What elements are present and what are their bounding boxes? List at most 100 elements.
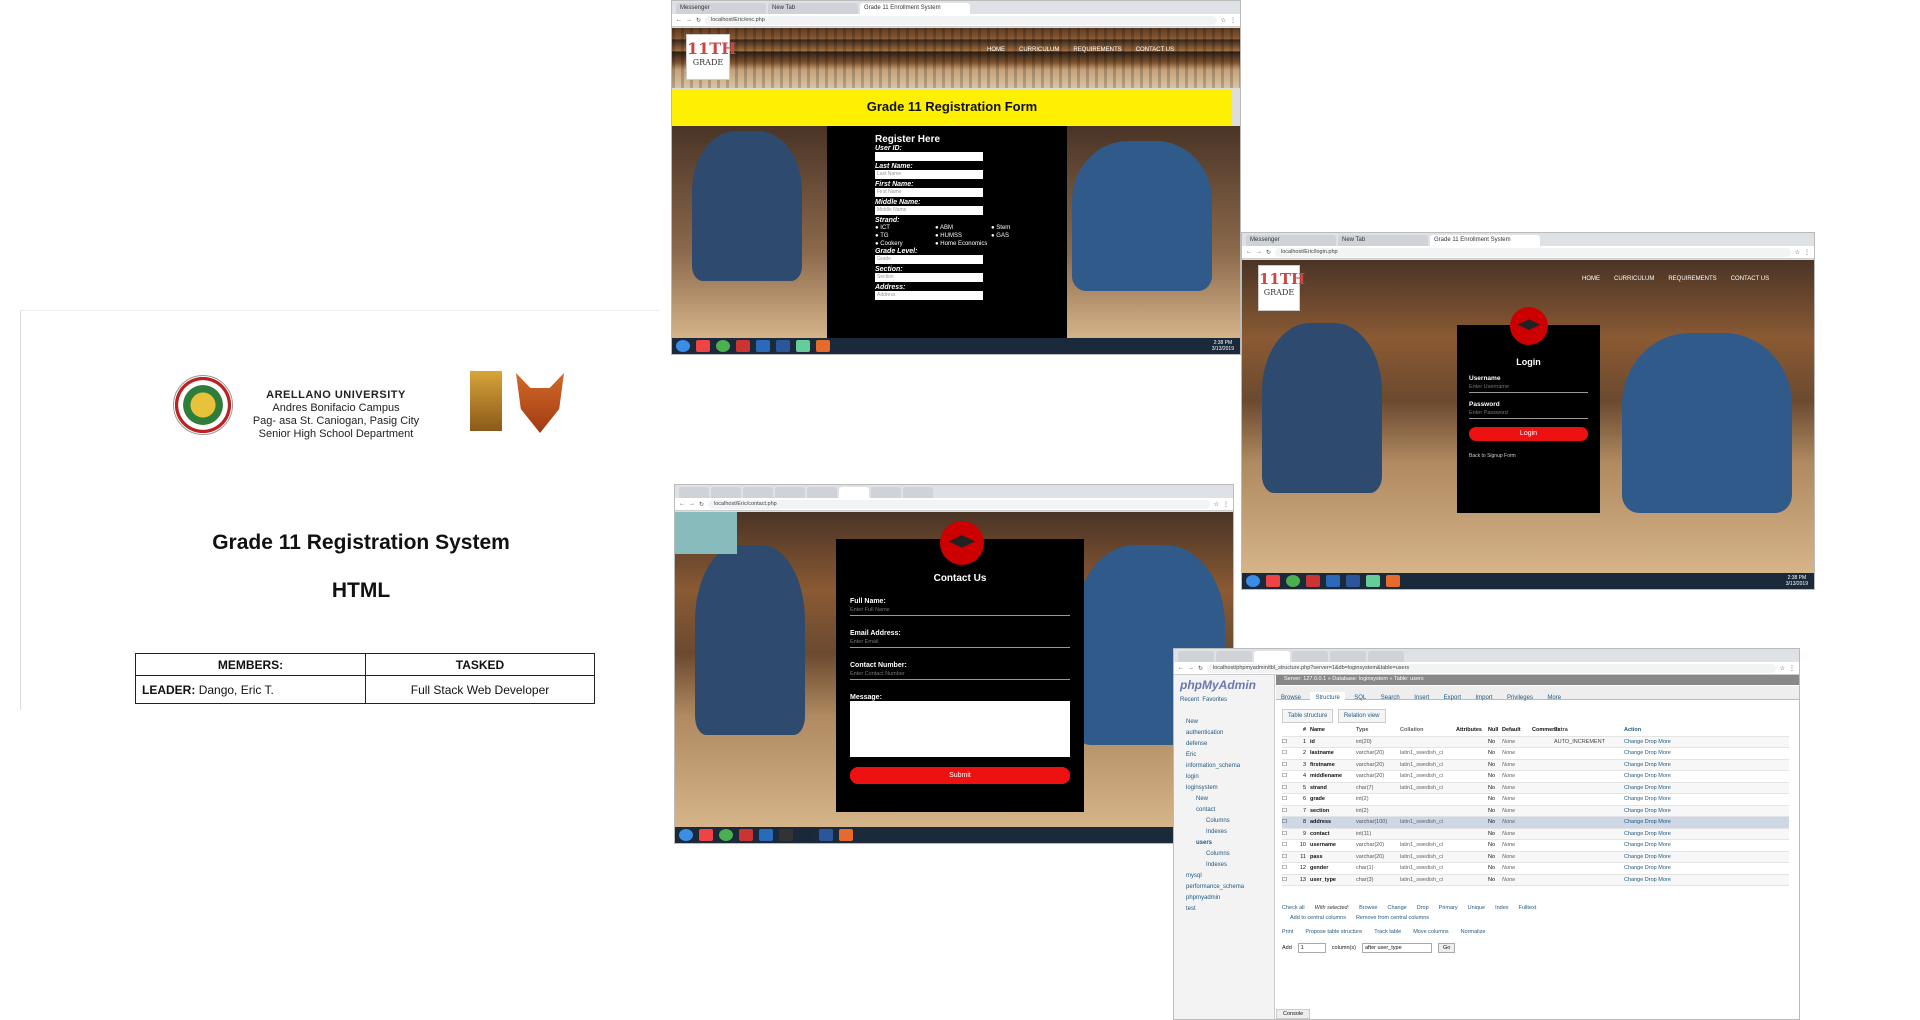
subtab-table-structure[interactable]: Table structure — [1282, 709, 1334, 723]
table-row[interactable]: ☐ 6 grade int(2) No None Change Drop More — [1282, 794, 1789, 806]
nav-requirements[interactable]: REQUIREMENTS — [1073, 47, 1121, 53]
tree-item[interactable]: users — [1174, 838, 1274, 849]
url-field[interactable]: localhost/Eric/contact.php — [708, 499, 1210, 509]
tab-browse[interactable]: Browse — [1276, 692, 1306, 704]
tab-insert[interactable]: Insert — [1409, 692, 1434, 704]
row-actions[interactable]: Change Drop More — [1624, 877, 1789, 883]
chrome-icon[interactable] — [719, 829, 733, 841]
browser-tab-active[interactable] — [839, 487, 869, 498]
word-icon[interactable] — [819, 829, 833, 841]
row-actions[interactable]: Change Drop More — [1624, 854, 1789, 860]
grade11-logo[interactable]: 11TH GRADE — [1258, 265, 1305, 311]
tab-sql[interactable]: SQL — [1349, 692, 1371, 704]
grade11-logo[interactable]: 11TH GRADE — [686, 34, 736, 80]
add-count-input[interactable]: 1 — [1297, 943, 1326, 953]
row-actions[interactable]: Change Drop More — [1624, 808, 1789, 814]
row-checkbox[interactable]: ☐ — [1282, 762, 1296, 768]
app-icon[interactable] — [739, 829, 753, 841]
table-row[interactable]: ☐ 1 id int(20) No None AUTO_INCREMENT Change Dr… — [1282, 736, 1789, 748]
browser-tab[interactable] — [1368, 651, 1404, 662]
reload-icon[interactable]: ↻ — [696, 17, 701, 24]
star-icon[interactable]: ☆ — [1795, 249, 1800, 256]
row-actions[interactable]: Change Drop More — [1624, 865, 1789, 871]
browser-tab[interactable] — [871, 487, 901, 498]
app-icon[interactable] — [696, 340, 710, 352]
tree-item[interactable]: information_schema — [1174, 761, 1274, 772]
nav-contact[interactable]: CONTACT US — [1731, 276, 1769, 282]
forward-icon[interactable]: → — [1188, 665, 1194, 671]
table-row[interactable]: ☐ 5 strand char(7) latin1_swedish_ci No None Ch… — [1282, 782, 1789, 794]
row-checkbox[interactable]: ☐ — [1282, 808, 1296, 814]
strand-radio[interactable]: ● Home Economics — [935, 240, 1041, 248]
table-row[interactable]: ☐ 4 middlename varchar(20) latin1_swedish_ci… — [1282, 771, 1789, 783]
app-icon[interactable] — [759, 829, 773, 841]
browser-tab[interactable] — [775, 487, 805, 498]
app-icon[interactable] — [699, 829, 713, 841]
browser-tab[interactable] — [1216, 651, 1252, 662]
tree-item[interactable]: Indexes — [1174, 860, 1274, 871]
print-link[interactable]: Print — [1282, 929, 1293, 935]
start-icon[interactable] — [1246, 575, 1260, 587]
row-actions[interactable]: Change Drop More — [1624, 762, 1789, 768]
row-actions[interactable]: Change Drop More — [1624, 785, 1789, 791]
firstname-input[interactable]: First Name — [875, 188, 983, 197]
row-checkbox[interactable]: ☐ — [1282, 877, 1296, 883]
tree-item[interactable]: performance_schema — [1174, 882, 1274, 893]
app-icon[interactable] — [779, 829, 793, 841]
row-actions[interactable]: Change Drop More — [1624, 842, 1789, 848]
browser-tab[interactable] — [807, 487, 837, 498]
strand-radio[interactable]: ● Cookery — [875, 240, 935, 248]
browser-tab[interactable] — [743, 487, 773, 498]
reload-icon[interactable]: ↻ — [1266, 249, 1271, 256]
row-checkbox[interactable]: ☐ — [1282, 739, 1296, 745]
chrome-icon[interactable] — [716, 340, 730, 352]
tree-item[interactable]: login — [1174, 772, 1274, 783]
back-icon[interactable]: ← — [676, 17, 682, 23]
tree-item[interactable]: Eric — [1174, 750, 1274, 761]
fullname-input[interactable]: Enter Full Name — [850, 605, 1070, 616]
tree-item[interactable]: Columns — [1174, 849, 1274, 860]
menu-icon[interactable]: ⋮ — [1804, 249, 1810, 256]
row-actions[interactable]: Change Drop More — [1624, 831, 1789, 837]
browser-tab[interactable] — [903, 487, 933, 498]
tab-more[interactable]: More — [1542, 692, 1566, 704]
star-icon[interactable]: ☆ — [1780, 665, 1785, 672]
tree-item[interactable]: mysql — [1174, 871, 1274, 882]
menu-icon[interactable]: ⋮ — [1789, 665, 1795, 672]
recent-tab[interactable]: Recent — [1180, 697, 1199, 703]
url-field[interactable]: localhost/Eric/enc.php — [705, 15, 1217, 25]
start-icon[interactable] — [679, 829, 693, 841]
app-icon[interactable] — [736, 340, 750, 352]
message-textarea[interactable] — [850, 701, 1070, 757]
app-icon[interactable] — [1326, 575, 1340, 587]
back-icon[interactable]: ← — [1246, 249, 1252, 255]
star-icon[interactable]: ☆ — [1214, 501, 1219, 508]
tree-item[interactable]: contact — [1174, 805, 1274, 816]
username-input[interactable]: Enter Username — [1469, 382, 1588, 393]
pma-logo[interactable]: phpMyAdmin — [1174, 675, 1274, 695]
row-checkbox[interactable]: ☐ — [1282, 796, 1296, 802]
browser-tab-active[interactable] — [1254, 651, 1290, 662]
lastname-input[interactable]: Last Name — [875, 170, 983, 179]
middlename-input[interactable]: Middle Name — [875, 206, 983, 215]
section-input[interactable]: Section — [875, 273, 983, 282]
url-field[interactable]: localhost/Eric/login.php — [1275, 247, 1791, 257]
strand-radio[interactable]: ● ABM — [935, 224, 991, 232]
favorites-tab[interactable]: Favorites — [1202, 697, 1227, 703]
bulk-fulltext[interactable]: Fulltext — [1519, 905, 1537, 911]
menu-icon[interactable]: ⋮ — [1223, 501, 1229, 508]
forward-icon[interactable]: → — [1256, 249, 1262, 255]
tree-item[interactable]: Indexes — [1174, 827, 1274, 838]
grade-input[interactable]: Grade — [875, 255, 983, 264]
word-icon[interactable] — [776, 340, 790, 352]
row-checkbox[interactable]: ☐ — [1282, 854, 1296, 860]
table-row[interactable]: ☐ 11 pass varchar(20) latin1_swedish_ci No Non… — [1282, 851, 1789, 863]
app-icon[interactable] — [1266, 575, 1280, 587]
userid-input[interactable] — [875, 152, 983, 161]
move-columns-link[interactable]: Move columns — [1413, 929, 1448, 935]
app-icon[interactable] — [796, 340, 810, 352]
browser-tab[interactable] — [1292, 651, 1328, 662]
signup-link[interactable]: Back to Signup Form — [1469, 453, 1588, 459]
app-icon[interactable] — [1306, 575, 1320, 587]
nav-home[interactable]: HOME — [1582, 276, 1600, 282]
